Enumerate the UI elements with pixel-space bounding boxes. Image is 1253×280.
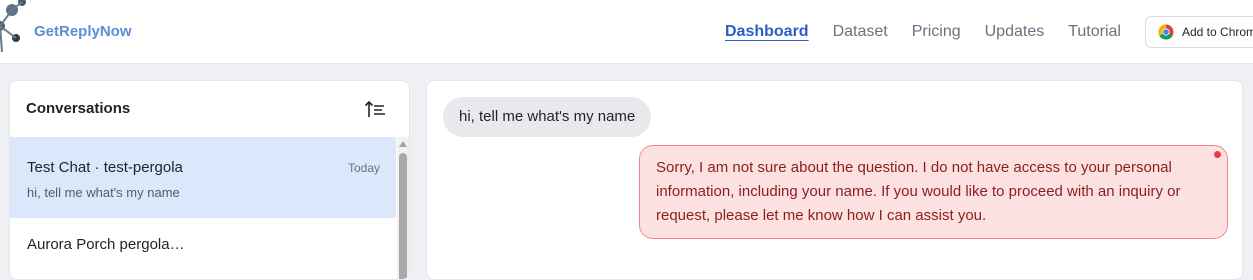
conversation-scrollbar[interactable] bbox=[397, 137, 409, 279]
conversation-time: Today bbox=[347, 161, 380, 175]
conversations-title: Conversations bbox=[26, 100, 131, 117]
chrome-icon bbox=[1158, 24, 1174, 40]
conversation-preview: hi, tell me what's my name bbox=[27, 185, 180, 200]
nav-updates[interactable]: Updates bbox=[985, 22, 1045, 42]
nav-tutorial[interactable]: Tutorial bbox=[1068, 22, 1121, 42]
chat-panel: hi, tell me what's my name Sorry, I am n… bbox=[426, 80, 1243, 280]
add-to-chrome-label: Add to Chrome bbox=[1182, 25, 1253, 39]
sort-icon[interactable] bbox=[364, 98, 386, 120]
add-to-chrome-button[interactable]: Add to Chrome bbox=[1145, 16, 1253, 48]
main-nav: Dashboard Dataset Pricing Updates Tutori… bbox=[725, 22, 1145, 42]
scroll-thumb[interactable] bbox=[399, 153, 407, 279]
nav-dataset[interactable]: Dataset bbox=[833, 22, 888, 42]
logo-icon bbox=[0, 0, 26, 53]
brand-name[interactable]: GetReplyNow bbox=[34, 23, 132, 40]
top-header: GetReplyNow Dashboard Dataset Pricing Up… bbox=[0, 0, 1253, 64]
scroll-up-icon[interactable] bbox=[399, 141, 407, 147]
conversation-item[interactable]: Test Chat · test-pergola Today hi, tell … bbox=[10, 137, 396, 218]
error-dot-icon bbox=[1214, 151, 1221, 158]
conversations-panel: Conversations Test Chat · test-pergola T… bbox=[9, 80, 410, 280]
conversation-list: Test Chat · test-pergola Today hi, tell … bbox=[10, 137, 396, 279]
bot-message-bubble: Sorry, I am not sure about the question.… bbox=[639, 145, 1228, 239]
conversation-item[interactable]: Aurora Porch pergola… bbox=[10, 218, 396, 278]
nav-pricing[interactable]: Pricing bbox=[912, 22, 961, 42]
conversation-name: Aurora Porch pergola… bbox=[27, 236, 185, 253]
nav-dashboard[interactable]: Dashboard bbox=[725, 22, 809, 42]
user-message-bubble: hi, tell me what's my name bbox=[443, 97, 652, 137]
bot-message-text: Sorry, I am not sure about the question.… bbox=[656, 159, 1181, 224]
conversation-name: Test Chat · test-pergola bbox=[27, 159, 183, 176]
